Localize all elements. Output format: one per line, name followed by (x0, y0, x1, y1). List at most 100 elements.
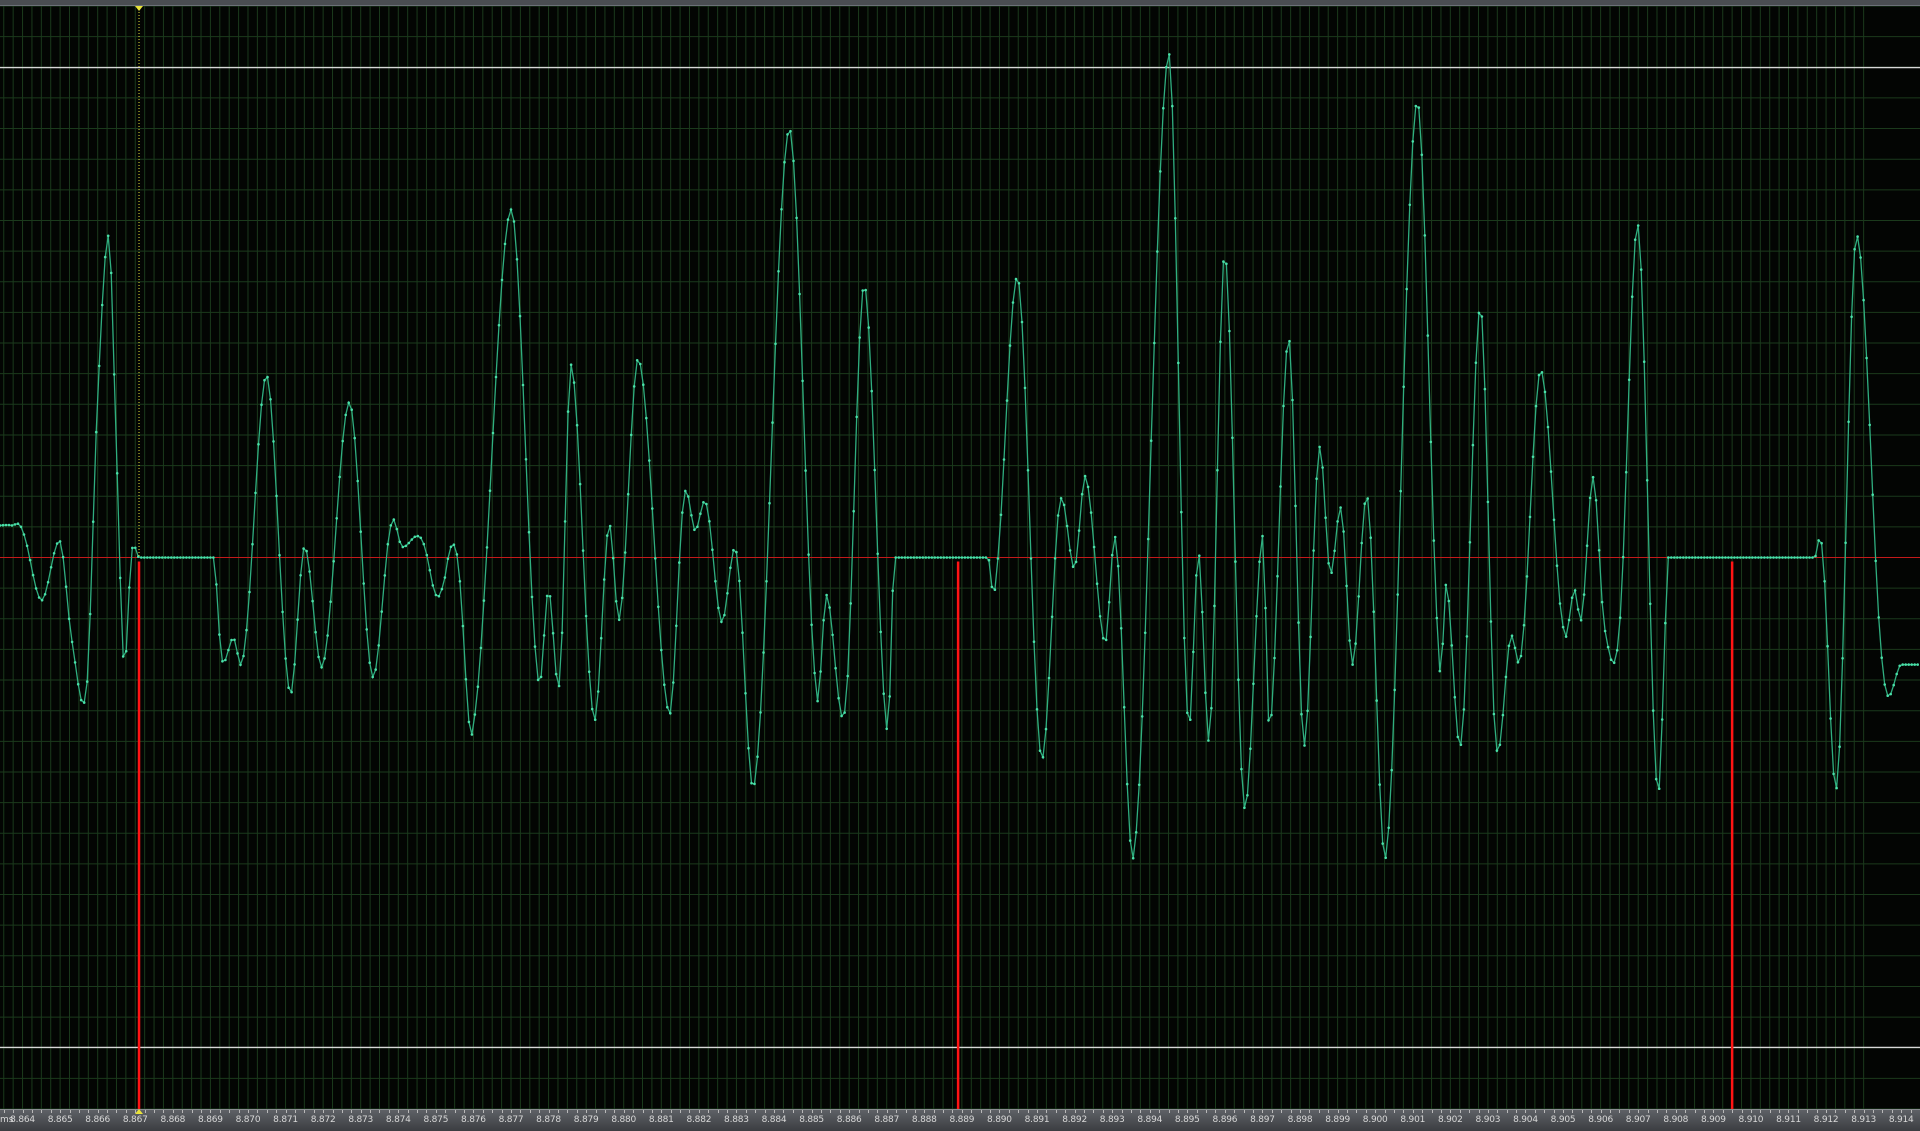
sample-point (1342, 530, 1345, 533)
sample-point (789, 129, 792, 133)
ruler-tick-label: 8.907 (1625, 1115, 1651, 1125)
sample-point (723, 613, 726, 617)
sample-point (392, 518, 396, 521)
ruler-tick-label: 8.886 (836, 1115, 862, 1125)
ruler-minor-tick (661, 1110, 663, 1113)
sample-point (146, 556, 149, 559)
sample-point (669, 711, 672, 715)
sample-point (954, 556, 958, 559)
ruler-tick-label: 8.894 (1137, 1115, 1163, 1125)
ruler-minor-tick (1215, 1110, 1217, 1113)
ruler-minor-tick (1055, 1110, 1057, 1113)
sample-point (927, 556, 931, 559)
sample-point (1847, 420, 1850, 424)
sample-point (1165, 65, 1168, 69)
sample-point (1700, 556, 1703, 559)
ruler-minor-tick (1309, 1110, 1311, 1113)
ruler-minor-tick (1093, 1110, 1095, 1113)
sample-point (1682, 556, 1685, 559)
sample-point (828, 606, 831, 609)
time-ruler[interactable]: ms 8.864 8.865 8.866 8.867 8.868 8.869 8.870 8.… (0, 1109, 1920, 1131)
sample-point (666, 705, 669, 709)
sample-point (539, 675, 543, 679)
sample-point (1077, 529, 1081, 532)
sample-point (1168, 53, 1171, 56)
ruler-minor-tick (323, 1110, 325, 1113)
ruler-minor-tick (1581, 1110, 1583, 1113)
ruler-tick-label: 8.901 (1400, 1115, 1426, 1125)
sample-point (1570, 596, 1574, 599)
sample-point (290, 690, 293, 694)
sample-point (500, 278, 504, 282)
sample-point (100, 303, 104, 307)
ruler-minor-tick (1497, 1110, 1499, 1113)
ruler-minor-tick (567, 1110, 569, 1113)
sample-point (506, 218, 510, 221)
sample-point (449, 545, 453, 549)
sample-point (395, 527, 399, 531)
sample-point (1715, 556, 1718, 559)
sample-point (1531, 455, 1535, 459)
sample-point (103, 255, 107, 259)
sample-point (242, 654, 245, 658)
sample-point (783, 160, 786, 164)
transient-markers[interactable] (137, 561, 1734, 1110)
ruler-minor-tick (144, 1110, 146, 1113)
ruler-minor-tick (1478, 1110, 1480, 1113)
sample-point (1312, 549, 1315, 552)
ruler-minor-tick (1788, 1110, 1790, 1113)
sample-point (1086, 485, 1090, 489)
ruler-minor-tick (1008, 1110, 1010, 1113)
ruler-minor-tick (1027, 1110, 1029, 1113)
ruler-minor-tick (811, 1110, 813, 1113)
sample-point (446, 557, 450, 561)
sample-point (855, 415, 858, 419)
ruler-minor-tick (1910, 1110, 1912, 1113)
sample-point (1279, 485, 1282, 488)
sample-point (912, 556, 916, 559)
waveform-display[interactable] (0, 6, 1920, 1109)
sample-point (467, 720, 471, 724)
sample-point (939, 556, 943, 559)
sample-point (140, 556, 143, 559)
sample-point (801, 379, 804, 383)
ruler-minor-tick (50, 1110, 52, 1113)
sample-point (1297, 621, 1300, 624)
sample-point (164, 556, 167, 559)
sample-point (1414, 104, 1418, 108)
sample-point (1309, 635, 1312, 639)
ruler-minor-tick (896, 1110, 898, 1113)
sample-point (455, 553, 459, 556)
ruler-minor-tick (1469, 1110, 1471, 1113)
ruler-minor-tick (1431, 1110, 1433, 1113)
ruler-minor-tick (1281, 1110, 1283, 1113)
ruler-minor-tick (698, 1110, 700, 1113)
ruler-minor-tick (1234, 1110, 1236, 1113)
sample-point (1495, 749, 1499, 752)
sample-point (1886, 694, 1889, 697)
sample-point (1360, 541, 1363, 545)
sample-point (852, 509, 855, 513)
ruler-minor-tick (1384, 1110, 1386, 1113)
ruler-minor-tick (1422, 1110, 1424, 1113)
sample-point (1838, 745, 1841, 748)
ruler-minor-tick (680, 1110, 682, 1113)
ruler-minor-tick (764, 1110, 766, 1113)
sample-point (1324, 516, 1327, 519)
sample-point (109, 271, 113, 275)
sample-point (1101, 636, 1105, 640)
sample-point (79, 698, 83, 702)
ruler-minor-tick (595, 1110, 597, 1113)
sample-point (1285, 350, 1288, 353)
sample-point (1898, 664, 1901, 668)
sample-point (1913, 663, 1916, 666)
sample-point (642, 383, 645, 387)
ruler-minor-tick (1487, 1110, 1489, 1113)
playhead-top-icon[interactable] (135, 6, 144, 11)
ruler-minor-tick (1112, 1110, 1114, 1113)
sample-point (1243, 806, 1246, 810)
sample-point (1787, 556, 1790, 559)
sample-point (115, 472, 119, 475)
sample-point (1053, 557, 1057, 560)
sample-point (1291, 398, 1294, 402)
